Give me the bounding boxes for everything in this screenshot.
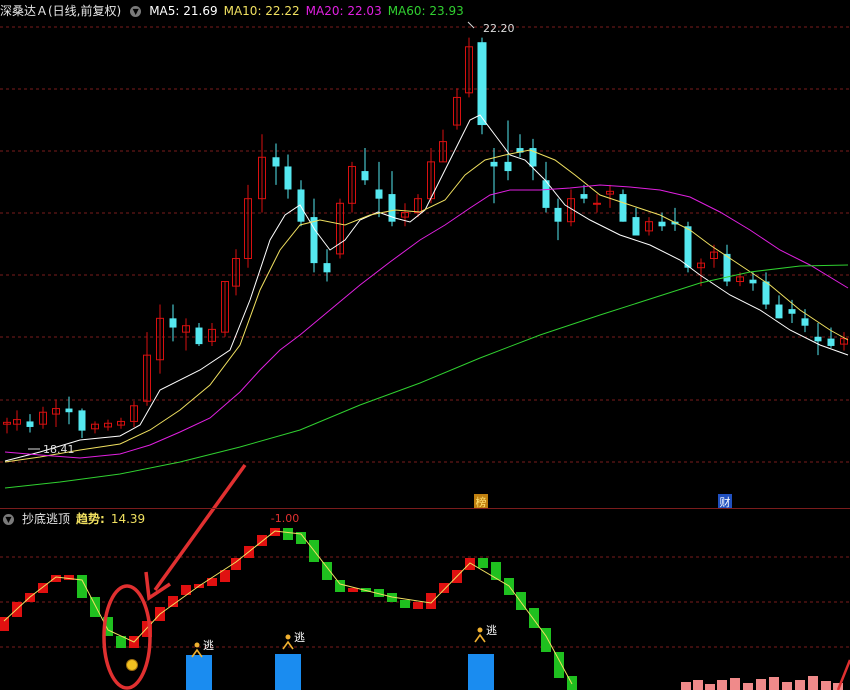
candle-body-down [762,281,770,305]
volume-bar [821,681,831,690]
candle-body-down [619,194,627,222]
trend-step [335,580,345,592]
trend-step [0,617,9,631]
escape-label: 逃 [486,624,497,637]
candle-body-down [477,42,487,126]
trend-value: 14.39 [110,512,146,526]
volume-bar [705,684,715,690]
trend-step [168,596,178,607]
runner-icon [282,640,294,650]
escape-bar [186,655,212,690]
volume-bar [795,680,805,690]
coin-icon [126,659,138,671]
volume-bar [693,680,703,690]
trend-step [400,600,410,608]
trend-step [322,562,332,580]
indicator-name: 抄底逃顶 [22,512,71,526]
badge-bang-text: 榜 [476,495,487,509]
candle-body-down [361,171,369,181]
trend-step [478,558,488,568]
badge-cai-text: 财 [720,495,731,509]
candle-body-down [827,338,835,346]
trend-step [51,575,61,582]
stock-title: 深桑达Ａ(日线,前复权) [0,4,122,18]
trend-step [413,602,423,609]
escape-bar [468,654,494,690]
candle-body-down [375,189,383,199]
ma60-line [4,264,849,489]
indicator-header: ▼ 抄底逃顶 趋势: 14.39 [0,509,145,529]
price-chart[interactable]: 22.2018.41榜 财-1.00逃逃逃 [0,0,850,690]
peak-label: -1.00 [271,512,299,525]
volume-bar [717,680,727,690]
candle-body-down [272,157,280,167]
trend-step [439,583,449,593]
candle-body-down [684,226,692,268]
annotation-stroke-right [836,659,850,690]
trend-step [283,528,293,540]
escape-bar [275,654,301,690]
candle-body-down [169,318,177,328]
runner-icon [477,627,483,633]
trend-label: 趋势: [76,512,105,526]
candle-body-up [593,202,601,205]
candle-body-down [775,304,783,319]
candle-body-down [580,194,588,199]
trend-step [207,578,217,586]
candle-body-down [632,217,640,236]
trend-step [465,558,475,570]
volume-bar [756,679,766,690]
low-price-label: 18.41 [43,443,75,456]
ma5-line [4,114,849,462]
candle-body-down [195,327,203,345]
candle-body-down [78,410,86,431]
escape-label: 逃 [294,631,305,644]
chart-stage[interactable]: 22.20 18.41 榜财 -1.00 逃逃逃 [0,0,850,690]
settings-dropdown-icon[interactable]: ▼ [130,5,142,17]
trend-step [491,562,501,580]
candle-body-down [788,309,796,314]
candle-body-down [504,161,512,172]
runner-icon [194,642,200,648]
trend-step [181,585,191,595]
candle-body-down [749,279,757,284]
volume-bar [808,676,818,690]
runner-icon [474,633,486,643]
trend-step [426,593,436,609]
volume-bar [769,677,779,690]
candle-body-down [284,166,292,190]
candle-body-down [323,263,331,273]
ma20-line [4,184,849,459]
indicator-dropdown-icon[interactable]: ▼ [3,513,14,525]
annotation-arrow-shaft [153,463,247,592]
main-chart-header: 深桑达Ａ(日线,前复权) ▼ MA5: 21.69 MA10: 22.22 MA… [0,1,464,21]
candle-body-down [801,318,809,326]
trend-step [270,528,280,536]
volume-bar [743,683,753,690]
high-price-label: 22.20 [483,22,515,35]
candle-body-down [554,207,562,222]
candle-body-down [490,161,498,167]
trend-step [90,597,100,617]
candle-body-down [658,221,666,227]
escape-label: 逃 [203,639,214,652]
volume-bar [681,682,691,690]
volume-bar [782,682,792,690]
volume-bar [730,678,740,690]
candle-body-down [814,336,822,342]
trend-step [554,652,564,678]
candle-body-down [65,408,73,413]
ma10-line [4,149,849,463]
ma20-value: MA20: 22.03 [305,4,382,18]
runner-icon [285,634,291,640]
ma5-value: MA5: 21.69 [149,4,218,18]
candle-body-down [26,421,34,427]
ma60-value: MA60: 23.93 [387,4,464,18]
ma10-value: MA10: 22.22 [223,4,300,18]
